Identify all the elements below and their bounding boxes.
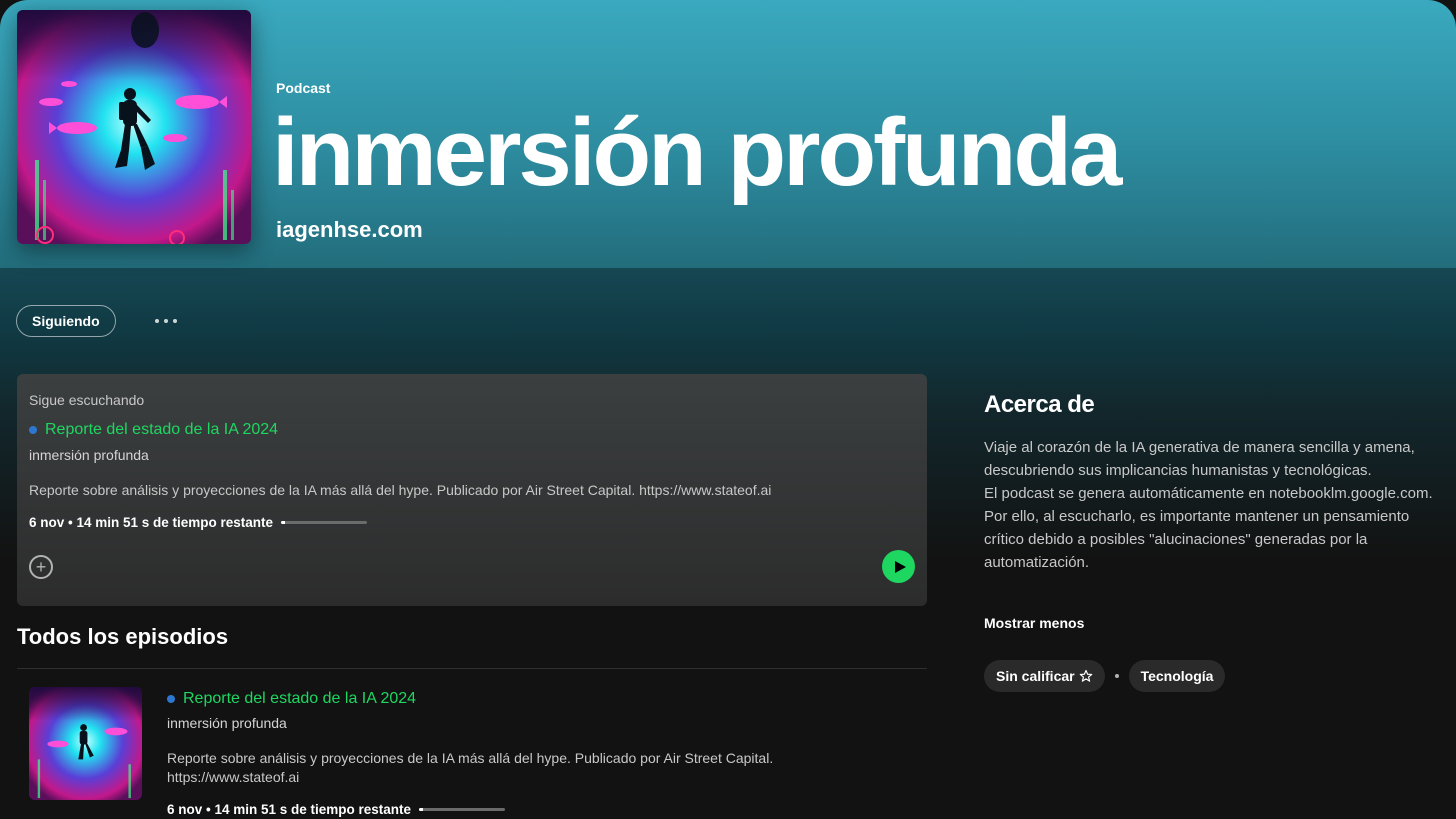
unplayed-dot-icon	[167, 695, 175, 703]
rating-button[interactable]: Sin calificar	[984, 660, 1105, 692]
podcast-page: Podcast inmersión profunda iagenhse.com …	[0, 0, 1456, 819]
publisher-link[interactable]: iagenhse.com	[276, 217, 423, 243]
separator-dot	[1114, 674, 1119, 678]
more-options-icon[interactable]	[146, 308, 186, 334]
show-less-button[interactable]: Mostrar menos	[984, 615, 1084, 631]
episode-meta: 6 nov • 14 min 51 s de tiempo restante	[167, 802, 412, 817]
episode-show-name[interactable]: inmersión profunda	[167, 715, 287, 731]
episode-row[interactable]: Reporte del estado de la IA 2024 inmersi…	[17, 669, 927, 819]
play-icon[interactable]	[882, 550, 915, 583]
episode-progress-bar	[281, 521, 368, 524]
episode-title-link[interactable]: Reporte del estado de la IA 2024	[183, 690, 416, 708]
episode-description: Reporte sobre análisis y proyecciones de…	[29, 482, 772, 498]
star-outline-icon	[1079, 669, 1093, 683]
content-type-label: Podcast	[276, 80, 331, 96]
about-paragraph: Viaje al corazón de la IA generativa de …	[984, 439, 1415, 479]
category-tag-tecnologia[interactable]: Tecnología	[1128, 660, 1226, 692]
about-heading: Acerca de	[984, 391, 1095, 418]
following-button[interactable]: Siguiendo	[16, 305, 116, 337]
continue-listening-card[interactable]: Sigue escuchando Reporte del estado de l…	[17, 374, 927, 606]
episode-show-name[interactable]: inmersión profunda	[29, 447, 149, 463]
episode-progress-bar	[419, 808, 506, 811]
rating-label: Sin calificar	[996, 668, 1075, 684]
section-label: Sigue escuchando	[29, 392, 145, 408]
episode-title-link[interactable]: Reporte del estado de la IA 2024	[45, 421, 278, 439]
episode-thumbnail	[29, 687, 142, 800]
page-title: inmersión profunda	[272, 99, 1122, 206]
podcast-cover-art	[17, 10, 251, 244]
episodes-heading: Todos los episodios	[17, 624, 229, 649]
episode-description: Reporte sobre análisis y proyecciones de…	[167, 750, 774, 785]
about-description: Viaje al corazón de la IA generativa de …	[984, 436, 1444, 574]
add-to-library-icon[interactable]: +	[29, 555, 53, 579]
about-paragraph: El podcast se genera automáticamente en …	[984, 485, 1433, 571]
tags-row: Sin calificar Tecnología	[984, 660, 1226, 692]
unplayed-dot-icon	[29, 426, 37, 434]
episode-meta: 6 nov • 14 min 51 s de tiempo restante	[29, 515, 274, 530]
